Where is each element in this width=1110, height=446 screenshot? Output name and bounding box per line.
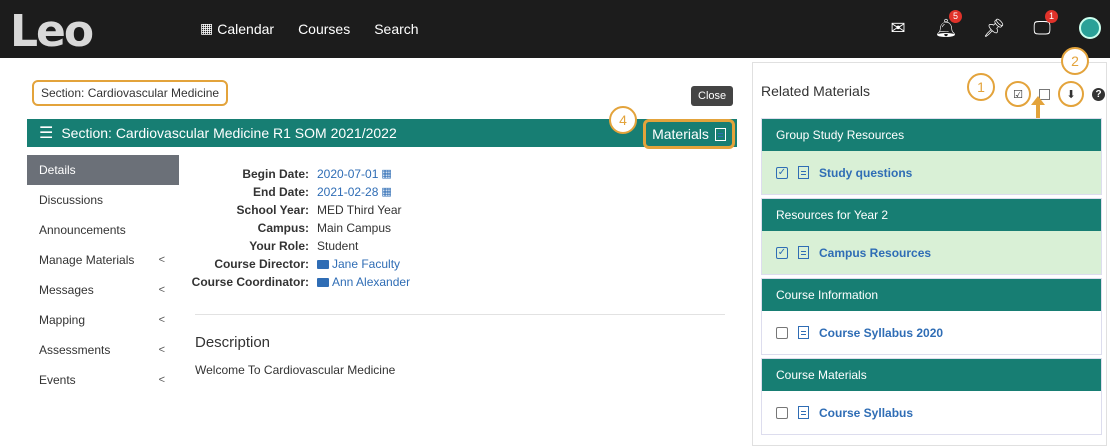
bell-icon[interactable]: 🔔︎ 5	[934, 10, 962, 40]
detail-course-coordinator: Course Coordinator: Ann Alexander	[180, 275, 410, 293]
section-title: Section: Cardiovascular Medicine R1 SOM …	[61, 125, 397, 141]
checkbox[interactable]	[776, 406, 788, 419]
top-bar: Leo ▦ Calendar Courses Search ✉ 🔔︎ 5 📌︎ 🖵…	[0, 0, 1110, 58]
material-group: Group Study Resources ✓ Study questions	[761, 118, 1102, 195]
avatar[interactable]	[1078, 16, 1102, 40]
group-header: Group Study Resources	[762, 119, 1101, 151]
group-header: Course Materials	[762, 359, 1101, 391]
side-nav: Details Discussions Announcements Manage…	[27, 155, 179, 395]
nav-search[interactable]: Search	[374, 20, 418, 37]
course-director-link[interactable]: Jane Faculty	[317, 257, 400, 275]
monitor-badge: 1	[1044, 10, 1058, 23]
chevron-left-icon: <	[158, 284, 165, 296]
material-item: ✓ Campus Resources	[762, 231, 1101, 274]
detail-course-director: Course Director: Jane Faculty	[180, 257, 410, 275]
related-materials-title: Related Materials	[761, 83, 870, 99]
material-group: Resources for Year 2 ✓ Campus Resources	[761, 198, 1102, 275]
chevron-left-icon: <	[158, 314, 165, 326]
sidenav-mapping[interactable]: Mapping <	[27, 305, 179, 335]
monitor-icon[interactable]: 🖵︎ 1	[1030, 10, 1058, 40]
chevron-left-icon: <	[158, 254, 165, 266]
chevron-left-icon: <	[158, 344, 165, 356]
document-icon	[798, 166, 809, 179]
material-group: Course Materials Course Syllabus	[761, 358, 1102, 435]
sidenav-discussions[interactable]: Discussions	[27, 185, 179, 215]
document-icon	[714, 127, 726, 141]
nav-search-label: Search	[374, 20, 419, 37]
material-link[interactable]: Campus Resources	[819, 246, 931, 260]
divider	[195, 314, 725, 315]
section-breadcrumb: Section: Cardiovascular Medicine	[32, 80, 229, 106]
help-icon[interactable]: ?	[1092, 87, 1105, 101]
menu-icon[interactable]: ☰	[39, 123, 53, 143]
details-panel: Begin Date: 2020-07-01 ▦ End Date: 2021-02-…	[180, 167, 410, 293]
material-group: Course Information Course Syllabus 2020	[761, 278, 1102, 355]
sidenav-assessments[interactable]: Assessments <	[27, 335, 179, 365]
course-coordinator-link[interactable]: Ann Alexander	[317, 275, 410, 293]
group-header: Resources for Year 2	[762, 199, 1101, 231]
download-icon[interactable]: ⬇	[1058, 81, 1084, 107]
document-icon	[798, 406, 809, 419]
pin-icon[interactable]: 📌︎	[982, 16, 1006, 40]
calendar-icon: ▦	[200, 20, 214, 36]
main-nav: ▦ Calendar Courses Search	[200, 20, 419, 37]
sidenav-events[interactable]: Events <	[27, 365, 179, 395]
detail-begin-date: Begin Date: 2020-07-01 ▦	[180, 167, 410, 185]
checkbox[interactable]: ✓	[776, 246, 788, 259]
description-text: Welcome To Cardiovascular Medicine	[195, 363, 396, 377]
material-item: Course Syllabus 2020	[762, 311, 1101, 354]
main-content: Section: Cardiovascular Medicine Close ☰…	[0, 58, 745, 446]
callout-4: 4	[609, 106, 637, 134]
sidenav-manage-materials[interactable]: Manage Materials <	[27, 245, 179, 275]
calendar-icon[interactable]: ▦	[381, 185, 391, 203]
sidenav-announcements[interactable]: Announcements	[27, 215, 179, 245]
detail-campus: Campus: Main Campus	[257, 221, 392, 235]
document-icon	[798, 246, 809, 259]
detail-role: Your Role: Student	[249, 239, 359, 253]
contact-card-icon	[317, 260, 329, 270]
group-header: Course Information	[762, 279, 1101, 311]
material-link[interactable]: Study questions	[819, 166, 912, 180]
nav-calendar[interactable]: ▦ Calendar	[200, 20, 274, 37]
description-title: Description	[195, 334, 271, 351]
top-icons: ✉ 🔔︎ 5 📌︎ 🖵︎ 1	[886, 10, 1102, 40]
close-button[interactable]: Close	[691, 86, 734, 106]
checkbox[interactable]: ✓	[776, 166, 788, 179]
materials-label: Materials	[652, 126, 709, 142]
nav-courses-label: Courses	[298, 20, 351, 37]
callout-2: 2	[1061, 47, 1089, 75]
material-link[interactable]: Course Syllabus 2020	[819, 326, 943, 340]
related-toolbar: ☑ ⬇ ?	[1005, 81, 1105, 107]
related-materials-panel: Related Materials 1 2 3 ☑ ⬇ ? Group Stud…	[752, 47, 1107, 446]
sidenav-details[interactable]: Details	[27, 155, 179, 185]
chevron-left-icon: <	[158, 374, 165, 386]
nav-courses[interactable]: Courses	[298, 20, 350, 37]
material-item: ✓ Study questions	[762, 151, 1101, 194]
logo[interactable]: Leo	[10, 6, 94, 57]
checkbox[interactable]	[776, 326, 788, 339]
materials-button[interactable]: Materials	[643, 119, 735, 149]
notification-badge: 5	[948, 10, 962, 23]
document-icon	[798, 326, 809, 339]
callout-1: 1	[967, 73, 995, 101]
detail-school-year: School Year: MED Third Year	[236, 203, 402, 217]
detail-end-date: End Date: 2021-02-28 ▦	[180, 185, 410, 203]
material-link[interactable]: Course Syllabus	[819, 406, 913, 420]
contact-card-icon	[317, 278, 329, 288]
sidenav-messages[interactable]: Messages <	[27, 275, 179, 305]
calendar-icon[interactable]: ▦	[381, 167, 391, 185]
select-all-icon[interactable]: ☑	[1005, 81, 1031, 107]
nav-calendar-label: Calendar	[217, 20, 275, 37]
material-item: Course Syllabus	[762, 391, 1101, 434]
mail-icon[interactable]: ✉	[886, 16, 910, 40]
